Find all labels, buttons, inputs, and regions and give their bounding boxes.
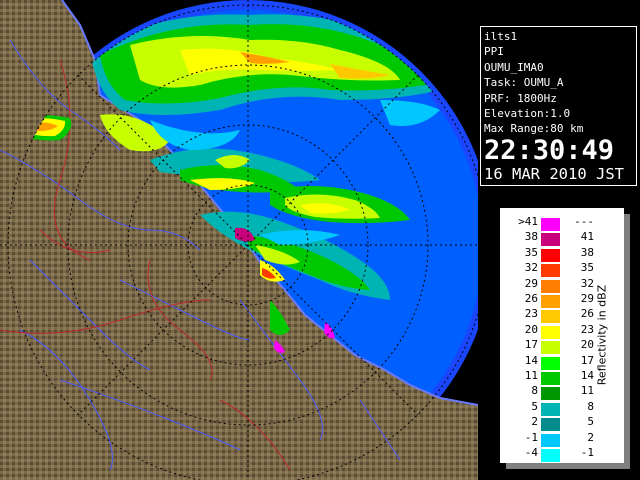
scale-high-value: 20 — [580, 338, 594, 352]
site-name: ilts1 — [484, 30, 518, 43]
scale-low-value: 23 — [524, 307, 538, 321]
scale-low-value: 20 — [524, 322, 538, 336]
scale-row: 35 38 — [500, 245, 624, 262]
scale-high-value: 29 — [580, 292, 594, 305]
observation-time: 22:30:49 — [484, 134, 615, 166]
scale-high-value: 41 — [580, 230, 594, 244]
scale-row: -4 -1 — [500, 445, 624, 462]
scale-row: 58 — [500, 399, 624, 416]
scale-row: 38 41 — [500, 229, 624, 247]
scale-low-value: 38 — [524, 230, 538, 244]
scale-row: -1 2 — [500, 430, 624, 447]
elevation-value: Elevation:1.0 — [484, 107, 571, 121]
radar-map — [0, 0, 478, 480]
scale-high-value: 23 — [580, 322, 594, 336]
scale-low-value: 32 — [524, 261, 538, 275]
scale-low-value: 26 — [524, 292, 538, 305]
scale-title: Reflectivity in dBZ — [595, 284, 609, 386]
scale-low-value: 11 — [524, 369, 538, 382]
scale-row: 8 11 — [500, 383, 624, 401]
scale-color-swatch — [541, 449, 560, 462]
scale-high-value: 2 — [587, 430, 594, 444]
scan-mode: PPI — [484, 45, 504, 59]
scale-row: 32 35 — [500, 260, 624, 278]
prf-value: PRF: 1800Hz — [484, 91, 557, 105]
scale-high-value: 38 — [580, 245, 594, 259]
observation-date: 16 MAR 2010 JST — [484, 164, 624, 183]
scale-row: >41 --- — [500, 214, 624, 231]
scale-low-value: -4 — [524, 446, 538, 459]
scale-high-value: 8 — [587, 399, 594, 413]
scale-low-value: 8 — [531, 384, 538, 398]
scale-high-value: 17 — [580, 353, 594, 367]
scale-low-value: -1 — [524, 430, 538, 444]
scale-low-value: 2 — [531, 415, 538, 429]
scale-row: 25 — [500, 414, 624, 432]
scale-low-value: 5 — [531, 399, 538, 413]
scale-low-value: 14 — [524, 353, 538, 367]
radar-info-panel: ilts1 PPI OUMU_IMA0 Task: OUMU_A PRF: 18… — [480, 26, 637, 186]
scale-high-value: 35 — [580, 261, 594, 275]
scale-low-value: 29 — [524, 276, 538, 290]
scale-high-value: -1 — [580, 446, 594, 459]
scale-low-value: 17 — [524, 338, 538, 352]
scale-low-value: 35 — [524, 245, 538, 259]
product-name: OUMU_IMA0 — [484, 60, 544, 74]
scale-high-value: 14 — [580, 369, 594, 382]
task-name: Task: OUMU_A — [484, 76, 564, 90]
scale-high-value: 5 — [587, 415, 594, 429]
scale-low-value: >41 — [518, 215, 538, 228]
scale-high-value: --- — [574, 215, 594, 228]
scale-high-value: 11 — [580, 384, 594, 398]
scale-high-value: 26 — [580, 307, 594, 321]
scale-high-value: 32 — [580, 276, 594, 290]
